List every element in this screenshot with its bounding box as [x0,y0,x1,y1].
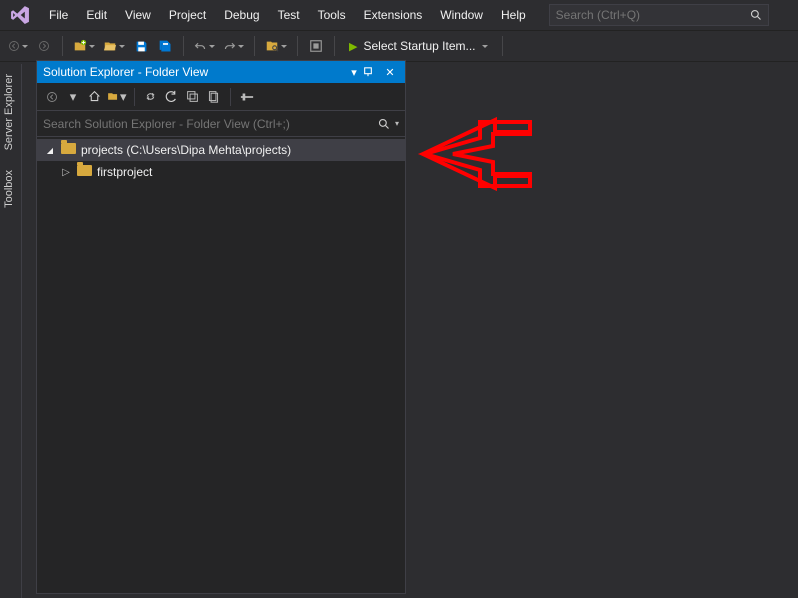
side-tool-tabs: Server Explorer Toolbox [0,64,22,598]
menu-help[interactable]: Help [492,0,535,30]
separator [334,36,335,56]
panel-titlebar[interactable]: Solution Explorer - Folder View ▾ ✕ [37,61,405,83]
separator [230,88,231,106]
menu-window[interactable]: Window [431,0,492,30]
menu-test[interactable]: Test [269,0,309,30]
show-all-files-icon[interactable] [205,87,223,107]
nav-forward-button[interactable] [34,35,54,57]
separator [62,36,63,56]
play-icon: ▶ [349,40,357,53]
search-icon [750,9,762,21]
folder-icon [77,165,93,179]
expand-collapse-icon[interactable] [43,145,57,156]
tree-node-label: projects (C:\Users\Dipa Mehta\projects) [81,143,291,157]
main-toolbar: ▶ Select Startup Item... [0,30,798,62]
solution-tree[interactable]: projects (C:\Users\Dipa Mehta\projects) … [37,137,405,593]
separator [502,36,503,56]
menu-edit[interactable]: Edit [77,0,116,30]
solution-config-button[interactable] [306,35,326,57]
separator [134,88,135,106]
annotation-arrow-icon [415,114,535,194]
quick-launch-search[interactable] [549,4,769,26]
undo-button[interactable] [192,35,217,57]
menu-tools[interactable]: Tools [309,0,355,30]
properties-icon[interactable] [238,87,256,107]
menu-project[interactable]: Project [160,0,215,30]
menu-file[interactable]: File [40,0,77,30]
panel-search[interactable]: ▾ [37,111,405,137]
panel-search-input[interactable] [43,117,378,131]
menu-items: File Edit View Project Debug Test Tools … [40,0,535,30]
save-all-button[interactable] [155,35,175,57]
menu-extensions[interactable]: Extensions [355,0,432,30]
window-position-button[interactable]: ▾ [345,66,363,79]
autohide-button[interactable] [363,67,381,77]
sync-icon[interactable] [142,87,160,107]
search-icon [378,118,390,130]
panel-title-text: Solution Explorer - Folder View [43,65,208,79]
side-tab-toolbox[interactable]: Toolbox [0,160,18,218]
separator [297,36,298,56]
tree-node-label: firstproject [97,165,152,179]
close-button[interactable]: ✕ [381,66,399,79]
back-icon[interactable] [43,87,61,107]
panel-toolbar: ▾ ▾ [37,83,405,111]
separator [183,36,184,56]
separator [254,36,255,56]
forward-icon[interactable]: ▾ [64,87,82,107]
new-project-button[interactable] [71,35,97,57]
tree-node-firstproject[interactable]: firstproject [37,161,405,183]
start-debug-button[interactable]: ▶ Select Startup Item... [343,34,494,58]
start-debug-label: Select Startup Item... [363,39,475,53]
side-tab-server-explorer[interactable]: Server Explorer [0,64,18,160]
folder-icon [61,143,77,157]
collapse-all-icon[interactable] [184,87,202,107]
menubar: File Edit View Project Debug Test Tools … [0,0,798,30]
find-in-files-button[interactable] [263,35,289,57]
save-button[interactable] [131,35,151,57]
redo-button[interactable] [221,35,246,57]
nav-back-button[interactable] [6,35,30,57]
tree-root-projects[interactable]: projects (C:\Users\Dipa Mehta\projects) [37,139,405,161]
open-file-button[interactable] [101,35,127,57]
menu-debug[interactable]: Debug [215,0,268,30]
refresh-icon[interactable] [163,87,181,107]
menu-view[interactable]: View [116,0,160,30]
solution-explorer-panel: Solution Explorer - Folder View ▾ ✕ ▾ ▾ … [36,60,406,594]
search-options-dropdown[interactable]: ▾ [395,119,399,128]
visual-studio-logo-icon [6,4,34,26]
expand-collapse-icon[interactable] [59,167,73,178]
quick-launch-input[interactable] [556,8,750,22]
switch-views-icon[interactable]: ▾ [106,87,127,107]
home-icon[interactable] [85,87,103,107]
